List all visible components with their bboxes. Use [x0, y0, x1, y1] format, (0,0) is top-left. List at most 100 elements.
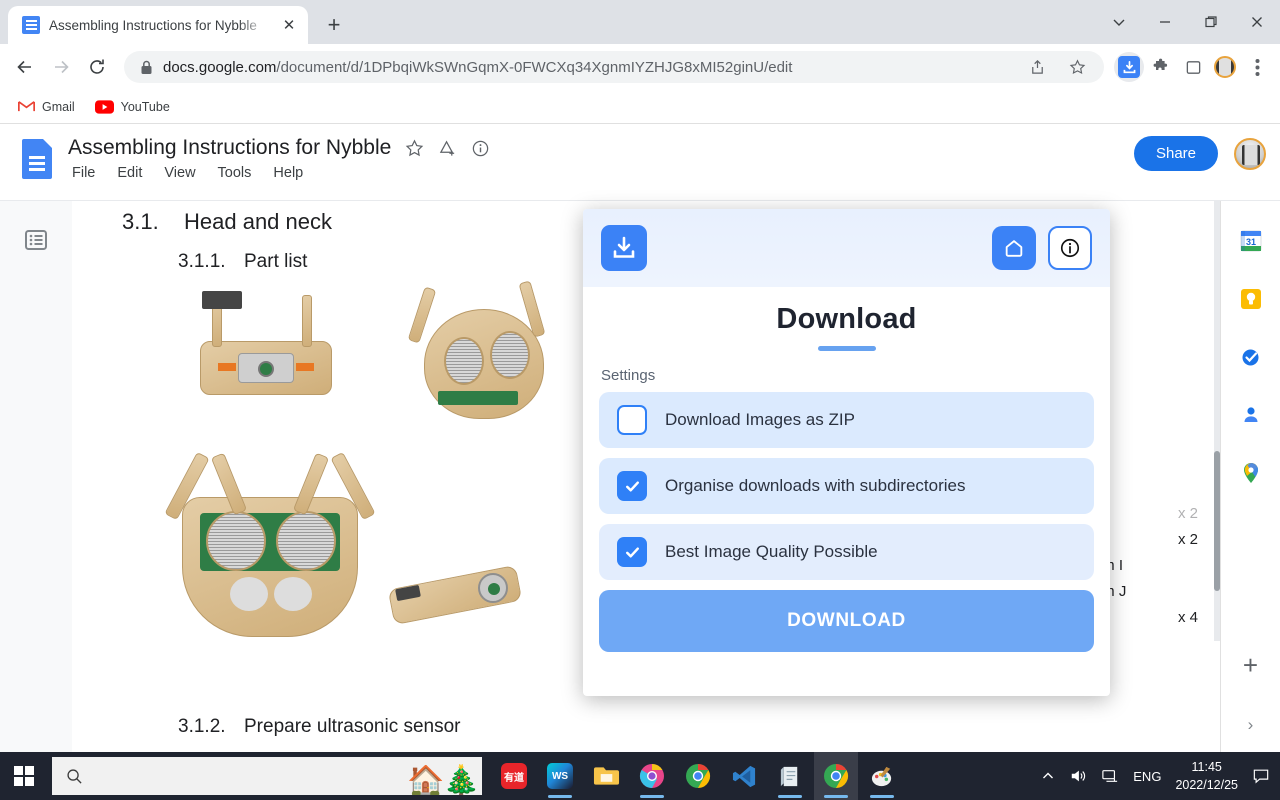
- google-calendar-icon[interactable]: 31: [1239, 229, 1263, 253]
- bookmark-label: YouTube: [120, 99, 170, 114]
- taskbar-app-list: 有道 WS: [492, 752, 904, 800]
- menu-view[interactable]: View: [162, 163, 197, 183]
- section-title: Head and neck: [184, 209, 332, 234]
- bookmark-youtube[interactable]: YouTube: [87, 96, 178, 118]
- tab-search-icon[interactable]: [1096, 0, 1142, 44]
- settings-label: Settings: [601, 367, 656, 384]
- next-subsection-number: 3.1.2.: [178, 716, 226, 737]
- home-button[interactable]: [992, 226, 1036, 270]
- clock-time: 11:45: [1191, 759, 1222, 774]
- chrome-menu-icon[interactable]: [1242, 52, 1272, 82]
- info-button[interactable]: [1048, 226, 1092, 270]
- forward-button[interactable]: [44, 50, 78, 84]
- add-app-button[interactable]: +: [1243, 650, 1258, 681]
- volume-icon[interactable]: [1069, 768, 1087, 784]
- taskbar-search-box[interactable]: 🏠🎄: [52, 757, 482, 795]
- document-outline-icon[interactable]: [23, 227, 49, 253]
- tray-overflow-chevron-icon[interactable]: [1041, 769, 1055, 783]
- taskbar-app-vscode[interactable]: [722, 752, 766, 800]
- collapse-rail-chevron-icon[interactable]: ›: [1248, 715, 1254, 735]
- taskbar-app-paint[interactable]: [860, 752, 904, 800]
- move-to-drive-icon[interactable]: [438, 139, 457, 158]
- figure-small-bracket: [384, 549, 534, 639]
- menu-tools[interactable]: Tools: [216, 163, 254, 183]
- maximize-restore-icon[interactable]: [1188, 0, 1234, 44]
- google-keep-icon[interactable]: [1239, 287, 1263, 311]
- taskbar-app-youdao-dictionary[interactable]: 有道: [492, 752, 536, 800]
- new-tab-button[interactable]: +: [318, 9, 350, 41]
- minimize-icon[interactable]: [1142, 0, 1188, 44]
- next-subsection-heading: 3.1.2. Prepare ultrasonic sensor: [178, 716, 461, 738]
- page-content: Assembling Instructions for Nybble File …: [0, 124, 1280, 752]
- holiday-decoration: 🏠🎄: [407, 765, 480, 796]
- checkbox-checked[interactable]: [617, 471, 647, 501]
- star-icon[interactable]: [405, 138, 424, 158]
- language-indicator[interactable]: ENG: [1133, 769, 1161, 784]
- figure-cat-face-front: [164, 451, 376, 651]
- download-button[interactable]: DOWNLOAD: [599, 590, 1094, 652]
- windows-start-button[interactable]: [0, 752, 48, 800]
- outline-rail: [0, 201, 72, 752]
- checkbox-checked[interactable]: [617, 537, 647, 567]
- tab-close-icon[interactable]: ✕: [278, 14, 300, 36]
- network-icon[interactable]: [1101, 768, 1119, 784]
- figure-head-top-view: [182, 291, 350, 421]
- option-download-images-as-zip[interactable]: Download Images as ZIP: [599, 392, 1094, 448]
- svg-text:31: 31: [1245, 237, 1255, 247]
- checkbox-unchecked[interactable]: [617, 405, 647, 435]
- document-title[interactable]: Assembling Instructions for Nybble: [68, 136, 391, 160]
- gmail-icon: [18, 100, 35, 113]
- menu-file[interactable]: File: [70, 163, 97, 183]
- bookmarks-bar: Gmail YouTube: [0, 90, 1280, 124]
- subsection-number: 3.1.1.: [178, 251, 226, 272]
- taskbar-app-chrome-active[interactable]: [814, 752, 858, 800]
- google-docs-favicon-icon: [22, 16, 40, 34]
- extensions-puzzle-icon[interactable]: [1146, 52, 1176, 82]
- popup-title: Download: [776, 303, 917, 335]
- popup-header: [583, 209, 1110, 287]
- download-extension-button[interactable]: [1114, 52, 1144, 82]
- taskbar-app-chrome-canary[interactable]: [630, 752, 674, 800]
- figure-head-angled-view: [400, 279, 570, 439]
- url-domain: docs.google.com: [163, 58, 277, 76]
- google-docs-logo-icon[interactable]: [18, 136, 56, 184]
- browser-tab[interactable]: Assembling Instructions for Nybble ✕: [8, 6, 308, 44]
- menu-help[interactable]: Help: [271, 163, 305, 183]
- address-bar[interactable]: docs.google.com/document/d/1DPbqiWkSWnGq…: [124, 51, 1104, 83]
- google-tasks-icon[interactable]: [1239, 345, 1263, 369]
- clock-date: 2022/12/25: [1175, 778, 1238, 792]
- profile-avatar-icon[interactable]: [1210, 52, 1240, 82]
- google-apps-rail: 31 + ›: [1220, 201, 1280, 752]
- reload-button[interactable]: [80, 50, 114, 84]
- taskbar-app-sticky-notes[interactable]: [768, 752, 812, 800]
- download-extension-popup: Download Settings Download Images as ZIP…: [583, 209, 1110, 696]
- option-organise-downloads-with-subdirectories[interactable]: Organise downloads with subdirectories: [599, 458, 1094, 514]
- taskbar-app-chrome[interactable]: [676, 752, 720, 800]
- user-avatar[interactable]: [1234, 138, 1266, 170]
- taskbar-clock[interactable]: 11:45 2022/12/25: [1175, 758, 1238, 794]
- bookmark-star-icon[interactable]: [1062, 52, 1092, 82]
- menu-edit[interactable]: Edit: [115, 163, 144, 183]
- share-button[interactable]: Share: [1133, 136, 1218, 171]
- youtube-icon: [94, 99, 114, 114]
- side-panel-icon[interactable]: [1178, 52, 1208, 82]
- google-contacts-icon[interactable]: [1239, 403, 1263, 427]
- download-extension-icon: [1118, 56, 1140, 78]
- taskbar-app-file-explorer[interactable]: [584, 752, 628, 800]
- close-window-icon[interactable]: [1234, 0, 1280, 44]
- browser-toolbar: docs.google.com/document/d/1DPbqiWkSWnGq…: [0, 44, 1280, 90]
- part-qty: x 2: [1177, 531, 1198, 548]
- bookmark-gmail[interactable]: Gmail: [10, 96, 83, 118]
- document-status-icon[interactable]: [471, 139, 490, 158]
- notification-icon[interactable]: [1252, 768, 1270, 784]
- download-extension-icon: [601, 225, 647, 271]
- option-best-image-quality-possible[interactable]: Best Image Quality Possible: [599, 524, 1094, 580]
- system-tray: ENG 11:45 2022/12/25: [1041, 758, 1280, 794]
- taskbar-app-webstorm[interactable]: WS: [538, 752, 582, 800]
- share-page-icon[interactable]: [1022, 52, 1052, 82]
- google-maps-icon[interactable]: [1239, 461, 1263, 485]
- option-label: Organise downloads with subdirectories: [665, 476, 966, 495]
- option-label: Best Image Quality Possible: [665, 542, 878, 561]
- back-button[interactable]: [8, 50, 42, 84]
- address-bar-url: docs.google.com/document/d/1DPbqiWkSWnGq…: [163, 59, 1012, 76]
